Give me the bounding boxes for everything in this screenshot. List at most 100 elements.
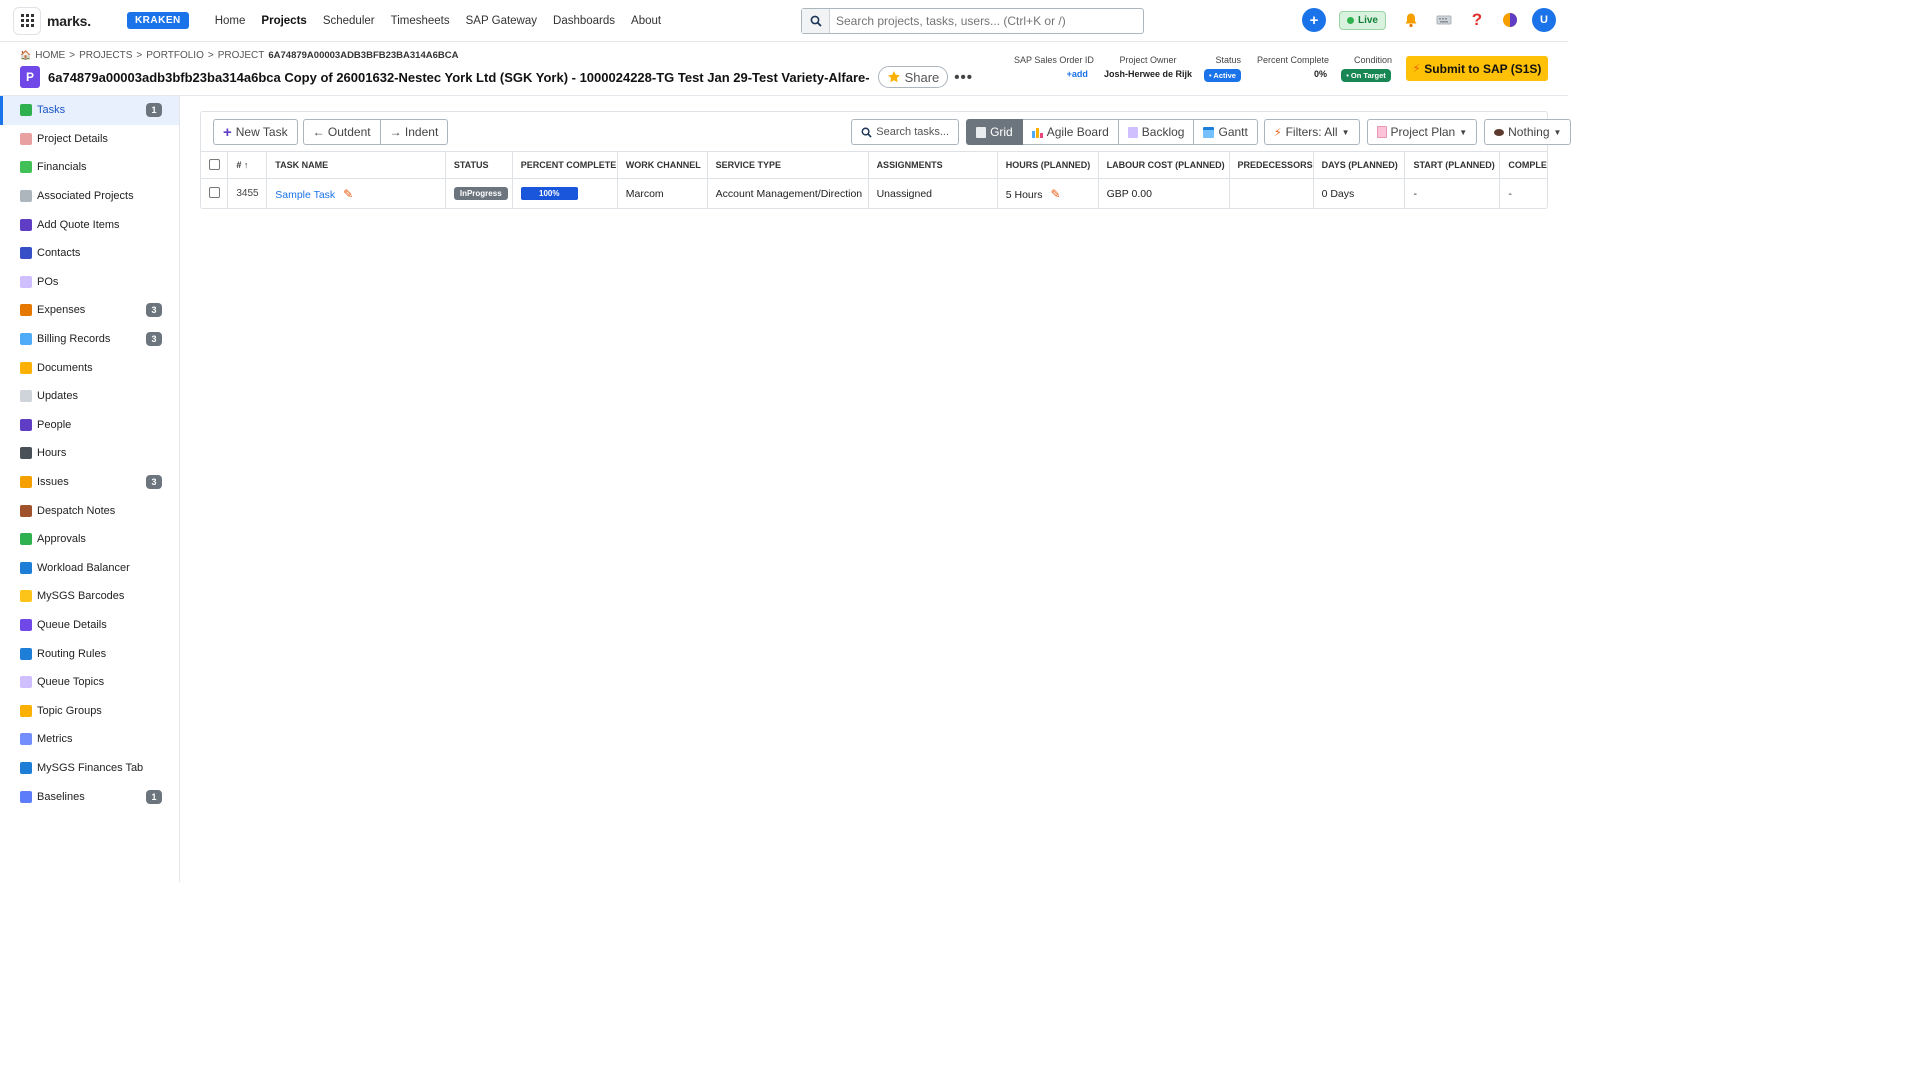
sidebar-item-add-quote-items[interactable]: Add Quote Items: [0, 210, 179, 239]
table-row[interactable]: 3455 Sample Task ✎ InProgress 100% Marcom…: [201, 178, 1547, 209]
sidebar-item-label: Metrics: [37, 733, 73, 746]
edit-pencil-icon[interactable]: ✎: [1051, 187, 1061, 201]
calendar-icon: [20, 561, 32, 574]
view-grid-button[interactable]: Grid: [966, 119, 1023, 145]
sidebar-item-despatch-notes[interactable]: Despatch Notes: [0, 496, 179, 525]
breadcrumb-projects[interactable]: PROJECTS: [79, 50, 132, 61]
hours-value[interactable]: 5 Hours: [1006, 189, 1043, 201]
sidebar-item-label: Expenses: [37, 304, 86, 317]
task-status-badge[interactable]: InProgress: [453, 187, 508, 201]
task-search[interactable]: Search tasks...: [851, 119, 960, 145]
nav-link-sap-gateway[interactable]: SAP Gateway: [466, 15, 537, 27]
sidebar-item-expenses[interactable]: Expenses 3: [0, 296, 179, 325]
more-options-icon[interactable]: •••: [954, 69, 973, 86]
nav-link-dashboards[interactable]: Dashboards: [553, 15, 615, 27]
nav-link-home[interactable]: Home: [215, 15, 246, 27]
create-new-button[interactable]: +: [1301, 8, 1326, 32]
sidebar-item-people[interactable]: People: [0, 411, 179, 440]
sidebar-item-mysgs-finances-tab[interactable]: MySGS Finances Tab: [0, 754, 179, 783]
nav-link-projects[interactable]: Projects: [261, 15, 306, 27]
column-header-percent-complete[interactable]: PERCENT COMPLETE: [512, 151, 618, 179]
sidebar-item-topic-groups[interactable]: Topic Groups: [0, 696, 179, 725]
column-header-complete[interactable]: COMPLE: [1499, 151, 1547, 179]
status-badge: • Active: [1204, 69, 1241, 82]
sidebar-item-queue-topics[interactable]: Queue Topics: [0, 668, 179, 697]
view-gantt-button[interactable]: Gantt: [1194, 119, 1258, 145]
column-header-id[interactable]: # ↑: [227, 151, 268, 179]
apps-grid-icon[interactable]: [13, 6, 41, 35]
column-header-labour-cost[interactable]: LABOUR COST (PLANNED): [1098, 151, 1230, 179]
work-channel-cell[interactable]: Marcom: [617, 178, 708, 209]
project-plan-dropdown[interactable]: Project Plan ▼: [1366, 119, 1478, 145]
filters-dropdown[interactable]: ⚡ Filters: All ▼: [1263, 119, 1360, 145]
sidebar-item-routing-rules[interactable]: Routing Rules: [0, 639, 179, 668]
new-task-button[interactable]: + New Task: [213, 119, 298, 145]
sidebar-item-associated-projects[interactable]: Associated Projects: [0, 182, 179, 211]
live-status-badge[interactable]: Live: [1338, 10, 1386, 30]
sidebar-item-pos[interactable]: POs: [0, 268, 179, 297]
edit-pencil-icon[interactable]: ✎: [343, 187, 353, 201]
select-all-checkbox[interactable]: [209, 158, 220, 170]
sidebar-item-queue-details[interactable]: Queue Details: [0, 611, 179, 640]
sidebar-item-metrics[interactable]: Metrics: [0, 725, 179, 754]
project-title-row: P 6a74879a00003adb3bfb23ba314a6bca Copy …: [20, 66, 973, 88]
percent-complete-bar[interactable]: 100%: [520, 187, 578, 201]
sap-sales-order-add-link[interactable]: +add: [1014, 69, 1094, 79]
search-icon[interactable]: [802, 9, 830, 33]
service-type-cell[interactable]: Account Management/Direction: [707, 178, 869, 209]
predecessors-cell[interactable]: [1229, 178, 1314, 209]
start-cell[interactable]: -: [1404, 178, 1501, 209]
column-header-start-planned[interactable]: START (PLANNED): [1404, 151, 1501, 179]
sidebar-item-baselines[interactable]: Baselines 1: [0, 782, 179, 811]
nav-link-scheduler[interactable]: Scheduler: [323, 15, 375, 27]
sidebar-item-documents[interactable]: Documents: [0, 353, 179, 382]
project-status: Status • Active: [1204, 55, 1241, 82]
breadcrumb-project[interactable]: PROJECT: [218, 50, 265, 61]
column-header-status[interactable]: STATUS: [445, 151, 513, 179]
sidebar-item-project-details[interactable]: Project Details: [0, 125, 179, 154]
keyboard-icon[interactable]: [1433, 9, 1455, 31]
grouping-dropdown[interactable]: Nothing ▼: [1484, 119, 1572, 145]
sidebar-item-billing-records[interactable]: Billing Records 3: [0, 325, 179, 354]
app-logo[interactable]: marks.: [47, 13, 91, 29]
bell-icon[interactable]: [1400, 9, 1422, 31]
column-header-service-type[interactable]: SERVICE TYPE: [707, 151, 869, 179]
column-header-work-channel[interactable]: WORK CHANNEL: [617, 151, 708, 179]
indent-button[interactable]: → Indent: [380, 119, 449, 145]
sidebar-item-mysgs-barcodes[interactable]: MySGS Barcodes: [0, 582, 179, 611]
sidebar-item-workload-balancer[interactable]: Workload Balancer: [0, 554, 179, 583]
column-header-days-planned[interactable]: DAYS (PLANNED): [1313, 151, 1406, 179]
sidebar-item-issues[interactable]: Issues 3: [0, 468, 179, 497]
sidebar-item-financials[interactable]: Financials: [0, 153, 179, 182]
help-icon[interactable]: ?: [1466, 9, 1488, 31]
global-search-input[interactable]: [830, 14, 1130, 28]
column-header-assignments[interactable]: ASSIGNMENTS: [868, 151, 998, 179]
project-owner-value[interactable]: Josh-Herwee de Rijk: [1104, 69, 1192, 79]
sidebar-item-hours[interactable]: Hours: [0, 439, 179, 468]
assignments-cell[interactable]: Unassigned: [868, 178, 998, 209]
sidebar-item-updates[interactable]: Updates: [0, 382, 179, 411]
sidebar-item-approvals[interactable]: Approvals: [0, 525, 179, 554]
outdent-button[interactable]: ← Outdent: [302, 119, 381, 145]
column-header-predecessors[interactable]: PREDECESSORS: [1229, 151, 1314, 179]
nav-link-about[interactable]: About: [631, 15, 661, 27]
column-header-task-name[interactable]: TASK NAME: [266, 151, 446, 179]
sidebar-item-contacts[interactable]: Contacts: [0, 239, 179, 268]
breadcrumb: 🏠 HOME > PROJECTS > PORTFOLIO > PROJECT …: [20, 50, 458, 61]
complete-cell[interactable]: -: [1499, 178, 1547, 209]
nav-link-timesheets[interactable]: Timesheets: [391, 15, 450, 27]
user-avatar[interactable]: U: [1532, 8, 1556, 32]
breadcrumb-home[interactable]: HOME: [35, 50, 65, 61]
header-divider: [0, 95, 1568, 96]
column-header-hours-planned[interactable]: HOURS (PLANNED): [997, 151, 1099, 179]
breadcrumb-portfolio[interactable]: PORTFOLIO: [146, 50, 204, 61]
days-cell[interactable]: 0 Days: [1313, 178, 1406, 209]
theme-toggle-icon[interactable]: [1499, 9, 1521, 31]
task-name-link[interactable]: Sample Task: [275, 189, 335, 201]
view-agile-board-button[interactable]: Agile Board: [1022, 119, 1119, 145]
view-backlog-button[interactable]: Backlog: [1118, 119, 1195, 145]
submit-to-sap-button[interactable]: ⚡ Submit to SAP (S1S): [1406, 56, 1548, 81]
row-checkbox[interactable]: [209, 186, 220, 198]
share-button[interactable]: Share: [877, 66, 949, 88]
sidebar-item-tasks[interactable]: Tasks 1: [0, 96, 179, 125]
